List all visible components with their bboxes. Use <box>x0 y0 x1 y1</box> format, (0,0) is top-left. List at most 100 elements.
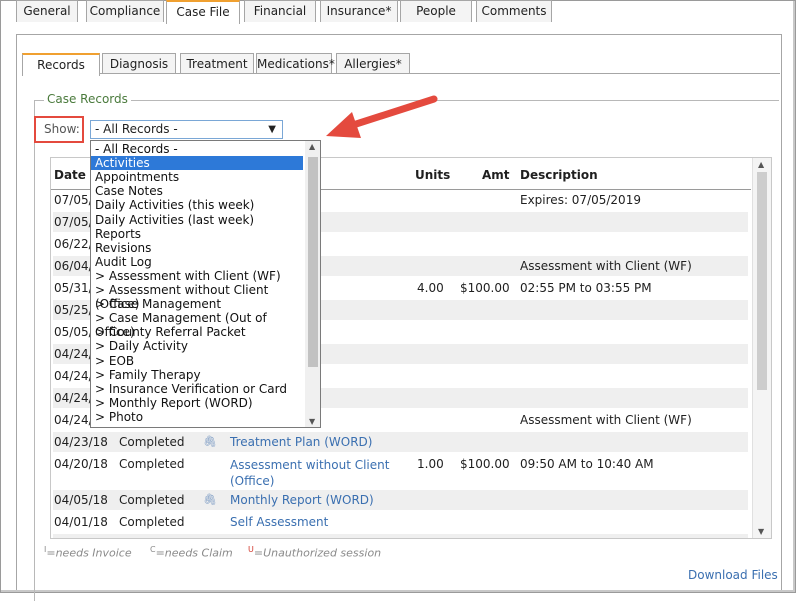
row-description: 08:50 AM to 10:05 AM <box>520 537 654 538</box>
legend-needs-claim: C=needs Claim <box>150 545 233 560</box>
tab-people[interactable]: People <box>400 0 472 22</box>
row-date: 04/01/18 <box>54 537 108 538</box>
row-date: 04/01/18 <box>54 515 108 529</box>
table-row[interactable]: 04/01/18 Completed Case Management (Out of… <box>53 534 748 538</box>
scroll-down-icon[interactable]: ▼ <box>309 417 315 426</box>
row-units: 4.00 <box>417 281 444 295</box>
row-description: Assessment with Client (WF) <box>520 259 692 273</box>
dropdown-option[interactable]: > Case Management (Out of Office) <box>91 311 303 339</box>
dropdown-option[interactable]: > Insurance Verification or Card <box>91 382 303 396</box>
row-date: 05/05/ <box>54 325 93 339</box>
dropdown-scrollbar[interactable]: ▲ ▼ <box>305 141 320 427</box>
table-row[interactable]: 04/05/18 Completed 🖇 Monthly Report (WORD) <box>53 490 748 510</box>
row-status: Completed <box>119 493 185 507</box>
table-row[interactable]: 04/01/18 Completed Self Assessment <box>53 512 748 532</box>
dropdown-option[interactable]: Appointments <box>91 170 303 184</box>
table-scrollbar[interactable]: ▲ ▼ <box>752 158 771 538</box>
table-row[interactable]: 04/23/18 Completed 🖇 Treatment Plan (WORD) <box>53 432 748 452</box>
row-date: 04/05/18 <box>54 493 108 507</box>
dropdown-option[interactable]: Case Notes <box>91 184 303 198</box>
tab-comments[interactable]: Comments <box>476 0 552 22</box>
dropdown-option[interactable]: > Daily Activity <box>91 339 303 353</box>
dropdown-option[interactable]: > EOB <box>91 354 303 368</box>
row-status: Completed <box>119 515 185 529</box>
tab-case-file[interactable]: Case File <box>166 0 240 24</box>
row-date: 04/24/ <box>54 413 93 427</box>
scroll-up-icon[interactable]: ▲ <box>758 160 764 169</box>
download-files-link[interactable]: Download Files <box>688 568 778 582</box>
tab-compliance[interactable]: Compliance <box>86 0 164 22</box>
row-amt: $100.00 <box>460 281 510 295</box>
dropdown-option[interactable]: > Assessment without Client (Office) <box>91 283 303 311</box>
dropdown-option[interactable]: Audit Log <box>91 255 303 269</box>
row-date: 07/05/ <box>54 193 93 207</box>
row-date: 07/05/ <box>54 215 93 229</box>
row-amt: $100.00 <box>460 457 510 471</box>
row-record-link[interactable]: Treatment Plan (WORD) <box>230 435 372 449</box>
show-filter-options: - All Records - Activities Appointments Cas… <box>90 140 321 428</box>
subtab-treatment[interactable]: Treatment <box>180 53 254 74</box>
dropdown-option[interactable]: Daily Activities (this week) <box>91 198 303 212</box>
dropdown-option[interactable]: > County Referral Packet <box>91 325 303 339</box>
row-date: 04/24/ <box>54 369 93 383</box>
dropdown-option[interactable]: Revisions <box>91 241 303 255</box>
subtab-allergies[interactable]: Allergies* <box>336 53 410 74</box>
scroll-up-icon[interactable]: ▲ <box>309 142 315 151</box>
dropdown-option[interactable]: - All Records - <box>91 142 303 156</box>
dropdown-option[interactable]: > Photo <box>91 410 303 424</box>
table-scroll-thumb[interactable] <box>757 172 767 390</box>
row-record-link[interactable]: Self Assessment <box>230 515 328 529</box>
row-date: 06/22/ <box>54 237 93 251</box>
show-label: Show: <box>44 122 80 136</box>
column-units[interactable]: Units <box>415 168 450 182</box>
dropdown-option[interactable]: Reports <box>91 227 303 241</box>
legend-unauthorized: U=Unauthorized session <box>248 545 382 560</box>
row-record-link[interactable]: Case Management (Out of <box>230 537 388 538</box>
paperclip-icon[interactable]: 🖇 <box>203 493 217 506</box>
subtab-divider <box>22 73 780 74</box>
subtab-medications[interactable]: Medications* <box>256 53 335 74</box>
row-status: Completed <box>119 537 184 538</box>
column-amt[interactable]: Amt <box>482 168 510 182</box>
paperclip-icon[interactable]: 🖇 <box>203 435 217 448</box>
tab-general[interactable]: General <box>16 0 78 22</box>
row-amt: $200.00 <box>460 537 510 538</box>
dropdown-option[interactable]: Daily Activities (last week) <box>91 213 303 227</box>
column-date[interactable]: Date <box>54 168 86 182</box>
row-date: 04/24/ <box>54 391 93 405</box>
row-description: Assessment with Client (WF) <box>520 413 692 427</box>
show-filter-value: - All Records - <box>95 122 178 136</box>
section-title: Case Records <box>44 92 131 106</box>
dropdown-scroll-thumb[interactable] <box>308 157 318 367</box>
dropdown-option[interactable]: > Case Management <box>91 297 303 311</box>
subtab-diagnosis[interactable]: Diagnosis <box>102 53 176 74</box>
legend-needs-invoice: I=needs Invoice <box>44 545 132 560</box>
row-date: 06/04/ <box>54 259 93 273</box>
row-description: 02:55 PM to 03:55 PM <box>520 281 652 295</box>
row-units: 1.00 <box>417 537 444 538</box>
row-date: 04/24/ <box>54 347 93 361</box>
dropdown-option[interactable]: > Monthly Report (WORD) <box>91 396 303 410</box>
show-filter-select[interactable]: - All Records - ▼ <box>90 120 283 139</box>
dropdown-option[interactable]: Activities <box>91 156 303 171</box>
row-date: 04/20/18 <box>54 457 108 471</box>
column-description[interactable]: Description <box>520 168 598 182</box>
scroll-down-icon[interactable]: ▼ <box>758 527 764 536</box>
subtab-records[interactable]: Records <box>22 53 100 76</box>
table-row[interactable]: 04/20/18 Completed Assessment without Clie… <box>53 454 748 488</box>
row-record-link[interactable]: Monthly Report (WORD) <box>230 493 374 507</box>
row-date: 04/23/18 <box>54 435 108 449</box>
row-units: 1.00 <box>417 457 444 471</box>
row-status: Completed <box>119 435 185 449</box>
tab-financial[interactable]: Financial <box>244 0 316 22</box>
row-status: Completed <box>119 457 185 471</box>
row-record-link[interactable]: Assessment without Client (Office) <box>230 457 390 489</box>
row-date: 05/31/ <box>54 281 93 295</box>
row-description: 09:50 AM to 10:40 AM <box>520 457 654 471</box>
row-description: Expires: 07/05/2019 <box>520 193 641 207</box>
row-date: 05/25/ <box>54 303 93 317</box>
dropdown-option[interactable]: > Family Therapy <box>91 368 303 382</box>
dropdown-option[interactable]: > Assessment with Client (WF) <box>91 269 303 283</box>
chevron-down-icon: ▼ <box>268 124 276 135</box>
tab-insurance[interactable]: Insurance* <box>320 0 398 22</box>
